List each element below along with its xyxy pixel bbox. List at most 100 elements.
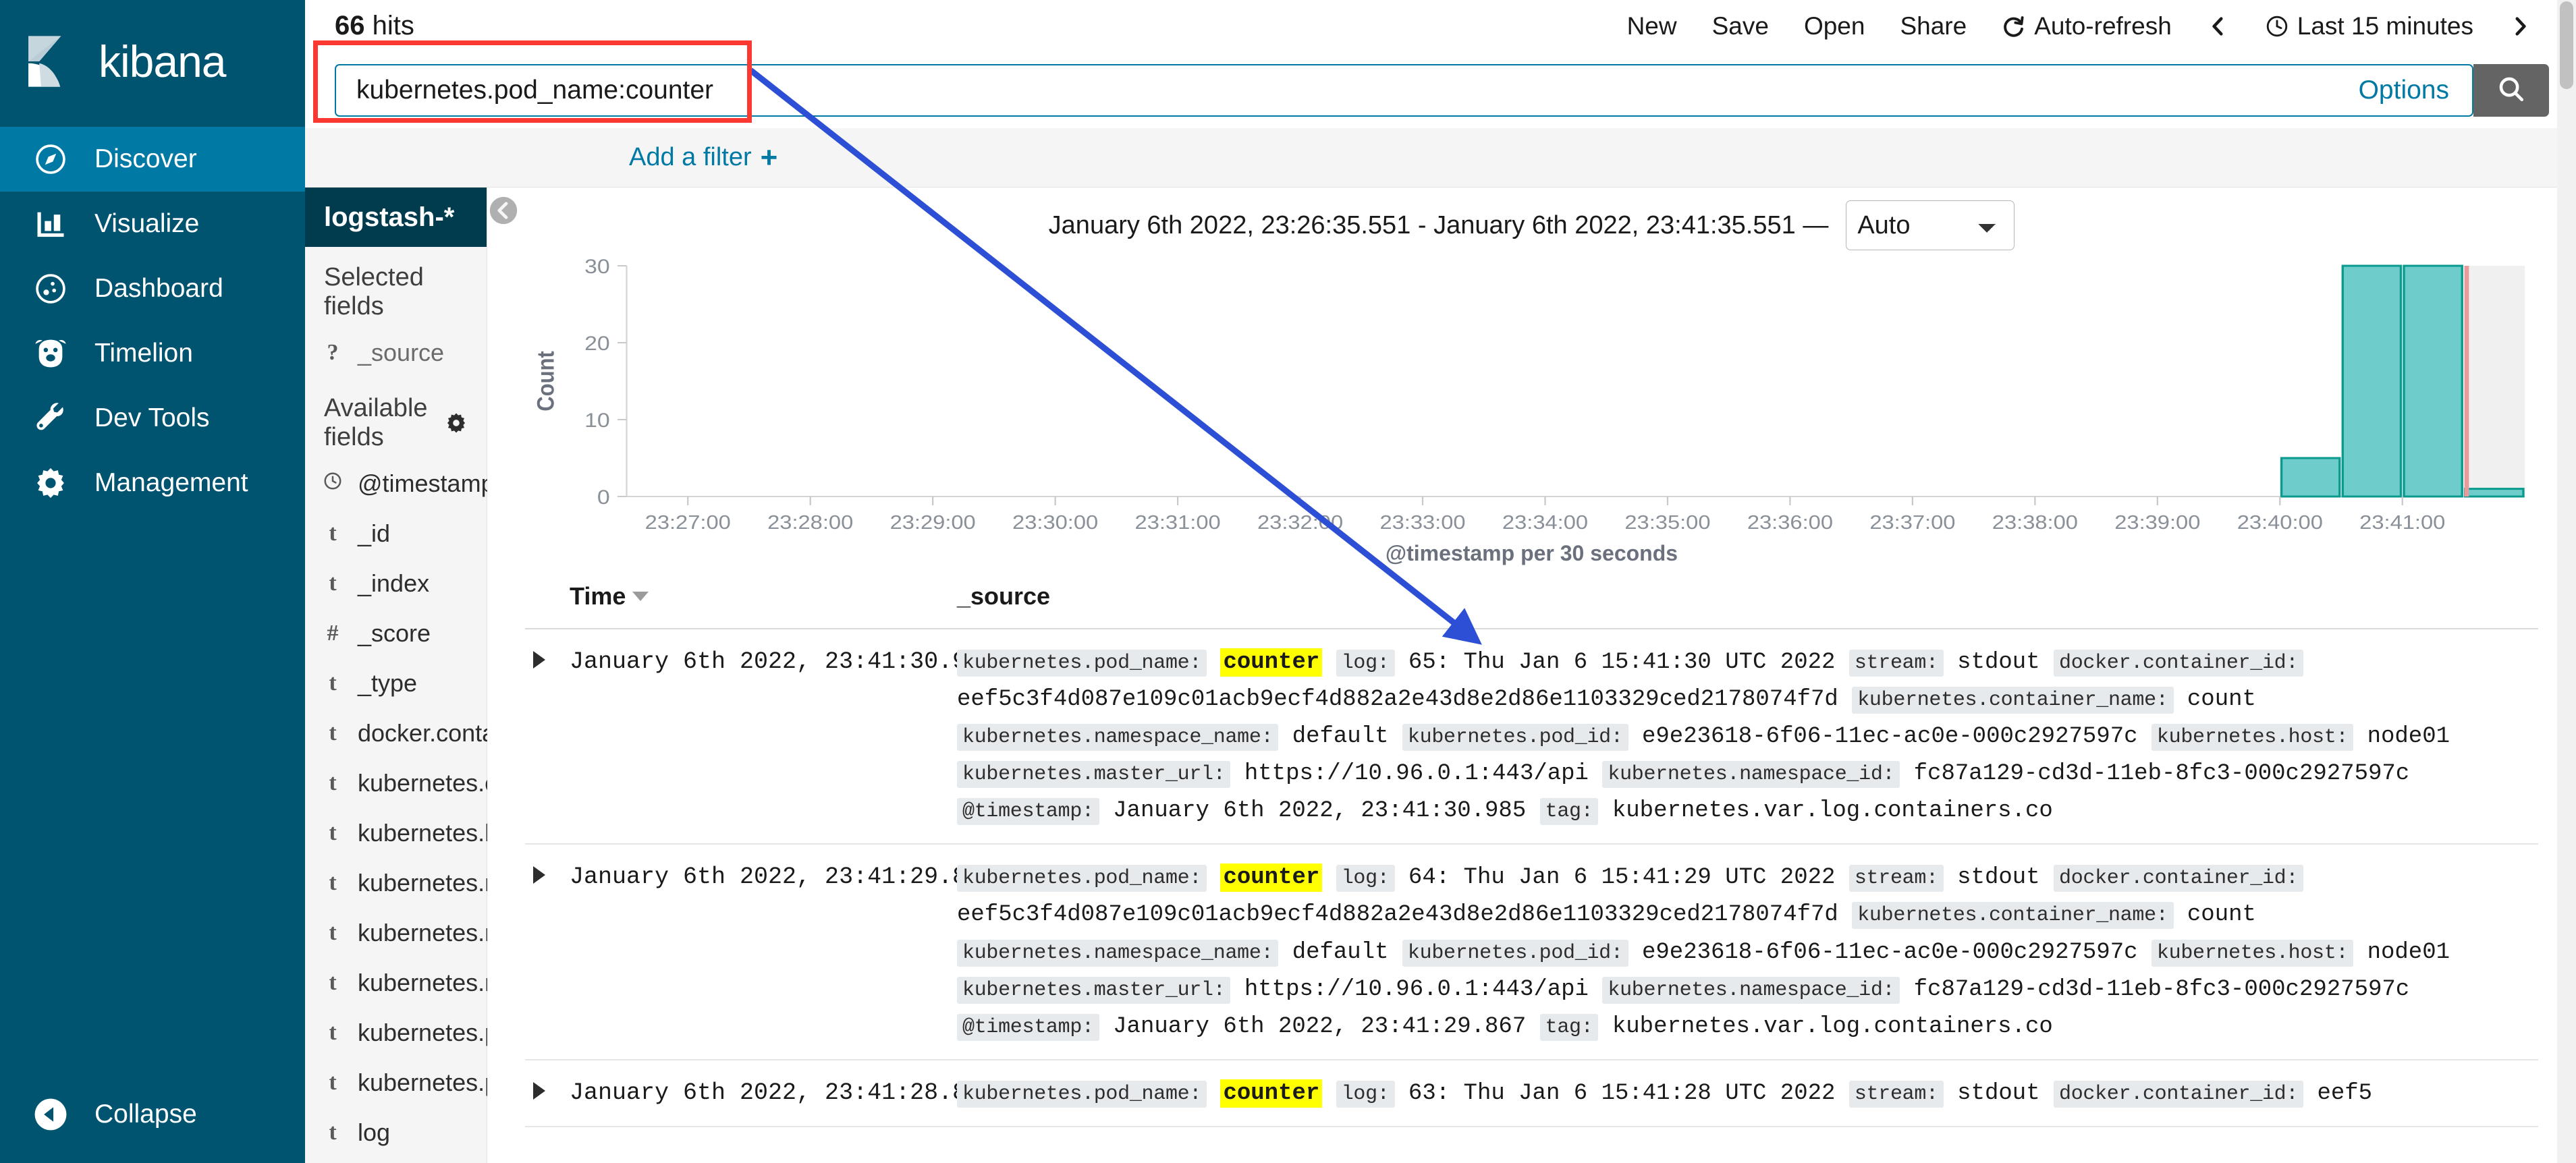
source-field-key: kubernetes.container_name: <box>1852 902 2174 930</box>
source-field-value: default <box>1292 939 1389 965</box>
expand-right-icon <box>533 1081 545 1100</box>
field-item[interactable]: t _index <box>305 559 487 608</box>
table-row[interactable]: January 6th 2022, 23:41:28.865 kubernetes… <box>525 1060 2538 1127</box>
share-button[interactable]: Share <box>1882 12 1984 40</box>
brand-logo[interactable]: kibana <box>0 0 305 123</box>
source-field-key: kubernetes.container_name: <box>1852 687 2174 714</box>
source-field-key: log: <box>1336 650 1395 677</box>
new-button[interactable]: New <box>1610 12 1695 40</box>
wrench-icon <box>32 400 69 436</box>
svg-text:23:32:00: 23:32:00 <box>1257 511 1343 534</box>
field-item[interactable]: t kubernetes.host <box>305 808 530 858</box>
selected-fields-label: Selected fields <box>324 263 424 320</box>
sidebar-item-management[interactable]: Management <box>0 451 305 515</box>
source-field-key: kubernetes.pod_id: <box>1402 724 1628 751</box>
sidebar-item-label: Dev Tools <box>94 403 210 432</box>
search-submit-button[interactable] <box>2473 64 2549 117</box>
histogram-bar[interactable] <box>2341 264 2403 498</box>
documents-table-body: January 6th 2022, 23:41:30.985 kubernetes… <box>525 629 2538 1127</box>
histogram-bar[interactable] <box>2464 488 2525 498</box>
options-link[interactable]: Options <box>2359 76 2449 105</box>
histogram-bar[interactable] <box>2280 457 2341 498</box>
field-item[interactable]: tkubernetes.container_n... <box>305 758 632 808</box>
field-item[interactable]: tkubernetes.namespace_... <box>305 958 644 1008</box>
row-source-cell: kubernetes.pod_name: counter log: 64: Th… <box>957 859 2538 1045</box>
histogram-svg[interactable]: 0 10 20 30 Count 23:27:00 23:28:00 23:29:00 23:3… <box>528 255 2536 545</box>
open-button[interactable]: Open <box>1786 12 1883 40</box>
field-item[interactable]: t kubernetes.pod_id <box>305 1008 557 1058</box>
field-item[interactable]: t kubernetes.pod_name <box>305 1058 599 1108</box>
selected-fields-heading: Selected fields <box>305 247 487 328</box>
svg-text:23:35:00: 23:35:00 <box>1624 511 1710 534</box>
hits-label: hits <box>372 11 414 40</box>
auto-refresh-button[interactable]: Auto-refresh <box>1984 12 2189 40</box>
expand-row-button[interactable] <box>525 1075 570 1112</box>
collapse-nav-button[interactable]: Collapse <box>0 1082 305 1147</box>
field-item[interactable]: @timestamp <box>305 459 495 509</box>
field-settings-gear-icon[interactable] <box>445 412 468 434</box>
source-field-key: @timestamp: <box>957 1013 1099 1041</box>
new-label: New <box>1626 11 1677 40</box>
column-header-time[interactable]: Time <box>525 582 957 611</box>
source-field-value: stdout <box>1957 1080 2040 1106</box>
field-item[interactable]: t kubernetes.master_url <box>305 858 599 908</box>
add-filter-button[interactable]: Add a filter + <box>629 142 777 173</box>
field-type-icon: ? <box>327 340 339 365</box>
field-item[interactable]: t log <box>305 1108 487 1158</box>
source-field-value: January 6th 2022, 23:41:29.867 <box>1113 1013 1527 1040</box>
chart-time-header: January 6th 2022, 23:26:35.551 - January… <box>487 188 2576 250</box>
discover-content-pane: January 6th 2022, 23:26:35.551 - January… <box>487 188 2576 1163</box>
source-field-key: kubernetes.pod_name: <box>957 1080 1207 1108</box>
source-field-value: 65: Thu Jan 6 15:41:30 UTC 2022 <box>1408 650 1836 675</box>
sidebar-item-discover[interactable]: Discover <box>0 127 305 192</box>
compass-icon <box>32 141 69 177</box>
save-button[interactable]: Save <box>1695 12 1786 40</box>
interval-select[interactable]: AutoMillisecondSecondMinuteHourlyDailyWe… <box>1846 200 2015 250</box>
sidebar-item-dev-tools[interactable]: Dev Tools <box>0 386 305 451</box>
field-item[interactable]: t docker.container_id <box>305 708 568 758</box>
field-item[interactable]: t _id <box>305 509 487 559</box>
share-label: Share <box>1900 11 1967 40</box>
save-label: Save <box>1711 11 1769 40</box>
field-type-icon: t <box>329 1070 337 1095</box>
field-item[interactable]: # _score <box>305 608 487 658</box>
available-fields-label: Available fields <box>324 394 428 451</box>
search-input[interactable] <box>356 65 2452 115</box>
expand-row-button[interactable] <box>525 859 570 1045</box>
histogram-bar[interactable] <box>2403 264 2463 498</box>
expand-row-button[interactable] <box>525 644 570 830</box>
sidebar-item-timelion[interactable]: Timelion <box>0 321 305 386</box>
source-field-key: stream: <box>1848 1080 1944 1108</box>
source-field-key: kubernetes.host: <box>2151 724 2354 751</box>
sidebar-item-visualize[interactable]: Visualize <box>0 192 305 256</box>
source-field-key: docker.container_id: <box>2054 650 2304 677</box>
kibana-discover-app: kibana Discover Visualize Dashboard Time… <box>0 0 2576 1163</box>
bar-chart-icon <box>32 206 69 242</box>
documents-table: Time _source January 6th 2022, 23:41:30.… <box>487 582 2576 1127</box>
clock-icon <box>2265 14 2289 38</box>
source-field-key: tag: <box>1539 1013 1599 1041</box>
time-prev-button[interactable] <box>2189 15 2247 38</box>
field-item-source[interactable]: ? _source <box>305 328 487 378</box>
page-scrollbar[interactable] <box>2557 0 2576 1163</box>
page-scrollbar-thumb[interactable] <box>2560 1 2573 89</box>
hits-count: 66 <box>335 11 365 40</box>
table-row[interactable]: January 6th 2022, 23:41:29.867 kubernetes… <box>525 845 2538 1060</box>
field-type-icon: t <box>329 1020 337 1045</box>
time-picker-button[interactable]: Last 15 minutes <box>2247 12 2491 40</box>
index-pattern-selector[interactable]: logstash-* <box>305 188 487 247</box>
table-row[interactable]: January 6th 2022, 23:41:30.985 kubernetes… <box>525 629 2538 845</box>
chevron-left-circle-icon[interactable] <box>489 196 518 225</box>
source-field-key: tag: <box>1539 798 1599 826</box>
sidebar-item-dashboard[interactable]: Dashboard <box>0 256 305 321</box>
time-next-button[interactable] <box>2491 15 2549 38</box>
auto-refresh-label: Auto-refresh <box>2034 11 2172 40</box>
field-name-label: log <box>358 1118 391 1146</box>
source-field-value-highlighted: counter <box>1220 648 1323 677</box>
source-field-value: eef5c3f4d087e109c01acb9ecf4d882a2e43d8e2… <box>957 687 1838 713</box>
field-item[interactable]: t _type <box>305 658 487 708</box>
svg-text:30: 30 <box>584 255 610 278</box>
field-item[interactable]: tkubernetes.namespace_... <box>305 908 644 958</box>
source-field-value: fc87a129-cd3d-11eb-8fc3-000c2927597c <box>1913 761 2410 787</box>
source-field-key: kubernetes.namespace_id: <box>1602 761 1900 789</box>
